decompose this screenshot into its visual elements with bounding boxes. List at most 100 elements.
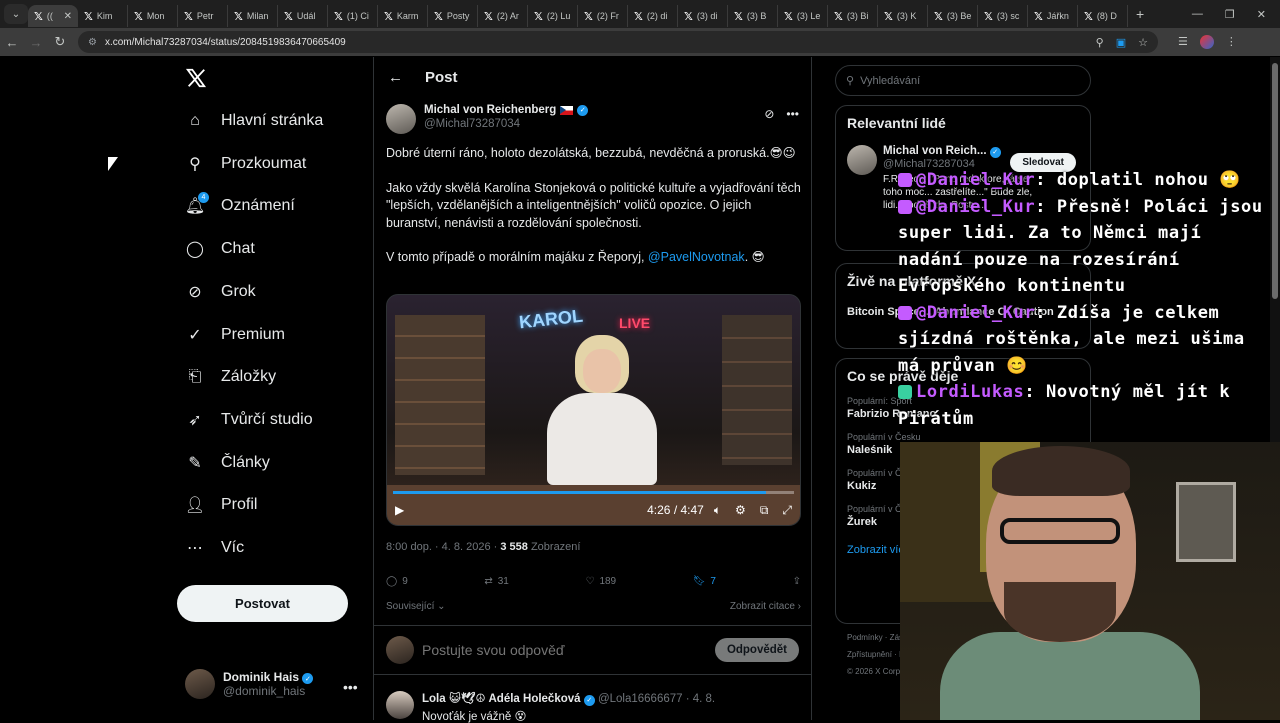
minimize-icon[interactable]: — <box>1192 8 1203 21</box>
tab-title: (3) Be <box>946 11 972 21</box>
nav-label: Profil <box>221 496 258 514</box>
browser-tab[interactable]: 𝕏 Kim <box>78 5 128 27</box>
more-icon[interactable]: ••• <box>343 679 358 695</box>
quotes-link[interactable]: Zobrazit citace › <box>730 601 801 612</box>
browser-tab[interactable]: 𝕏 (1) Ci <box>328 5 378 27</box>
new-tab-button[interactable]: + <box>1136 6 1144 22</box>
grok-icon[interactable]: ⊘ <box>764 107 774 121</box>
reload-icon[interactable]: ↻ <box>48 34 72 50</box>
browser-tab[interactable]: 𝕏 (3) K <box>878 5 928 27</box>
browser-tab[interactable]: 𝕏 Petr <box>178 5 228 27</box>
nav-item-more[interactable]: ⋯ Víc <box>185 538 244 558</box>
nav-item-article[interactable]: ✎ Články <box>185 453 270 473</box>
reply-text: Novoťák je vážně 😵 <box>422 710 527 723</box>
reply-button[interactable]: ◯ 9 <box>386 576 408 587</box>
fullscreen-icon[interactable]: ⤢ <box>782 503 792 518</box>
person-name[interactable]: Michal von Reich... ✓ <box>883 145 1033 158</box>
nav-item-person[interactable]: 👤︎ Profil <box>185 495 258 515</box>
browser-tab[interactable]: 𝕏 (2) Lu <box>528 5 578 27</box>
browser-tab[interactable]: 𝕏 (8) D <box>1078 5 1128 27</box>
forward-icon[interactable]: → <box>24 35 48 50</box>
extension-icon[interactable]: ▣ <box>1116 36 1126 49</box>
bookmark-button[interactable]: 🔖︎ 7 <box>693 576 716 587</box>
post-more-icon[interactable]: ••• <box>786 107 799 121</box>
nav-label: Hlavní stránka <box>221 112 324 129</box>
browser-tab[interactable]: 𝕏 (2) Ar <box>478 5 528 27</box>
reading-list-icon[interactable]: ☰ <box>1178 35 1188 49</box>
chat-icon: ◯ <box>186 241 204 259</box>
browser-tab[interactable]: 𝕏 Milan <box>228 5 278 27</box>
chat-username: @Daniel_Kur <box>916 302 1036 323</box>
browser-tab[interactable]: 𝕏 (3) Bi <box>828 5 878 27</box>
nav-item-chat[interactable]: ◯ Chat <box>185 239 255 259</box>
reply-submit-button[interactable]: Odpovědět <box>714 638 799 662</box>
nav-item-premium[interactable]: ✓ Premium <box>185 325 285 345</box>
browser-tab[interactable]: 𝕏 (3) di <box>678 5 728 27</box>
browser-tab[interactable]: 𝕏 (2) Fr <box>578 5 628 27</box>
star-icon[interactable]: ☆ <box>1138 36 1148 49</box>
repost-button[interactable]: ⇄ 31 <box>484 576 509 587</box>
nav-item-bell[interactable]: 🔔︎ 4 Oznámení <box>185 192 295 216</box>
site-info-icon[interactable]: ⚙ <box>88 37 97 48</box>
play-icon[interactable]: ▶ <box>395 503 404 517</box>
x-favicon-icon: 𝕏 <box>434 10 443 23</box>
pip-icon[interactable]: ⧉ <box>760 503 769 518</box>
volume-icon[interactable]: 🔈︎ <box>714 503 721 518</box>
browser-tab[interactable]: 𝕏 (3) Le <box>778 5 828 27</box>
heart-icon: ♡ <box>585 576 595 587</box>
browser-tab[interactable]: 𝕏 Jářkn <box>1028 5 1078 27</box>
avatar[interactable] <box>847 145 877 175</box>
browser-tab[interactable]: 𝕏 (2) di <box>628 5 678 27</box>
x-favicon-icon: 𝕏 <box>584 10 593 23</box>
reply-author-handle[interactable]: @Lola16666677 · 4. 8. <box>598 693 715 705</box>
share-button[interactable]: ⇪ <box>793 576 801 587</box>
browser-tab[interactable]: 𝕏 (3) B <box>728 5 778 27</box>
tab-title: Milan <box>246 11 269 21</box>
author-avatar[interactable] <box>386 104 416 134</box>
maximize-icon[interactable]: ❐ <box>1225 8 1235 21</box>
author-name[interactable]: Michal von Reichenberg ✓ <box>424 104 589 116</box>
browser-tab[interactable]: 𝕏 Posty <box>428 5 478 27</box>
search-input[interactable]: ⚲ Vyhledávání <box>835 65 1091 96</box>
video-presenter <box>547 335 657 485</box>
browser-menu-icon[interactable]: ⋮ <box>1226 35 1237 49</box>
account-switcher[interactable]: Dominik Hais ✓ @dominik_hais <box>185 669 314 699</box>
nav-item-grok[interactable]: ⊘ Grok <box>185 282 255 302</box>
mention-link[interactable]: @PavelNovotnak <box>648 250 745 264</box>
author-handle[interactable]: @Michal73287034 <box>424 118 588 130</box>
avatar[interactable] <box>386 691 414 719</box>
close-tab-icon[interactable]: ✕ <box>64 11 72 22</box>
browser-tab[interactable]: 𝕏 (3) sc <box>978 5 1028 27</box>
reply-post[interactable]: Lola 😺🕊☮ Adéla Holečková ✓ @Lola16666677… <box>386 691 715 723</box>
back-icon[interactable]: ← <box>0 35 24 50</box>
tab-search-button[interactable]: ⌄ <box>4 4 28 24</box>
close-window-icon[interactable]: ✕ <box>1257 8 1266 21</box>
verified-icon: ✓ <box>577 104 589 116</box>
x-logo-icon[interactable] <box>185 67 207 89</box>
post-button[interactable]: Postovat <box>177 585 348 622</box>
settings-icon[interactable]: ⚙ <box>735 503 746 518</box>
nav-item-home[interactable]: ⌂ Hlavní stránka <box>185 111 323 131</box>
chat-badge-icon <box>898 305 912 320</box>
browser-tab[interactable]: 𝕏 (3) Be <box>928 5 978 27</box>
reply-input[interactable] <box>422 642 707 658</box>
related-link[interactable]: Související ⌄ <box>386 601 446 612</box>
reply-author-name[interactable]: Lola 😺🕊☮ Adéla Holečková <box>422 693 581 705</box>
address-bar[interactable]: ⚙ x.com/Michal73287034/status/2084519836… <box>78 31 1158 53</box>
nav-item-bookmark[interactable]: ⎗ Záložky <box>185 367 277 387</box>
post-author[interactable]: Michal von Reichenberg ✓ @Michal73287034 <box>386 104 589 134</box>
profile-avatar-icon[interactable] <box>1199 35 1214 49</box>
x-favicon-icon: 𝕏 <box>534 10 543 23</box>
like-button[interactable]: ♡ 189 <box>585 576 616 587</box>
video-progress-bar[interactable] <box>393 491 794 494</box>
nav-item-search[interactable]: ⚲ Prozkoumat <box>185 154 306 174</box>
browser-tab[interactable]: 𝕏 Karm <box>378 5 428 27</box>
video-player[interactable]: KAROL LIVE ▶ 4:26 / 4:47 🔈︎ ⚙ ⧉ ⤢ <box>386 294 801 526</box>
nav-item-rocket[interactable]: ➶ Tvůrčí studio <box>185 410 312 430</box>
zoom-icon[interactable]: ⚲ <box>1096 36 1104 49</box>
browser-tab[interactable]: 𝕏 Mon <box>128 5 178 27</box>
tab-title: (3) sc <box>996 11 1020 21</box>
back-arrow-icon[interactable]: ← <box>388 69 403 86</box>
browser-tab[interactable]: 𝕏 Udál <box>278 5 328 27</box>
browser-tab[interactable]: 𝕏((✕ <box>28 5 78 27</box>
